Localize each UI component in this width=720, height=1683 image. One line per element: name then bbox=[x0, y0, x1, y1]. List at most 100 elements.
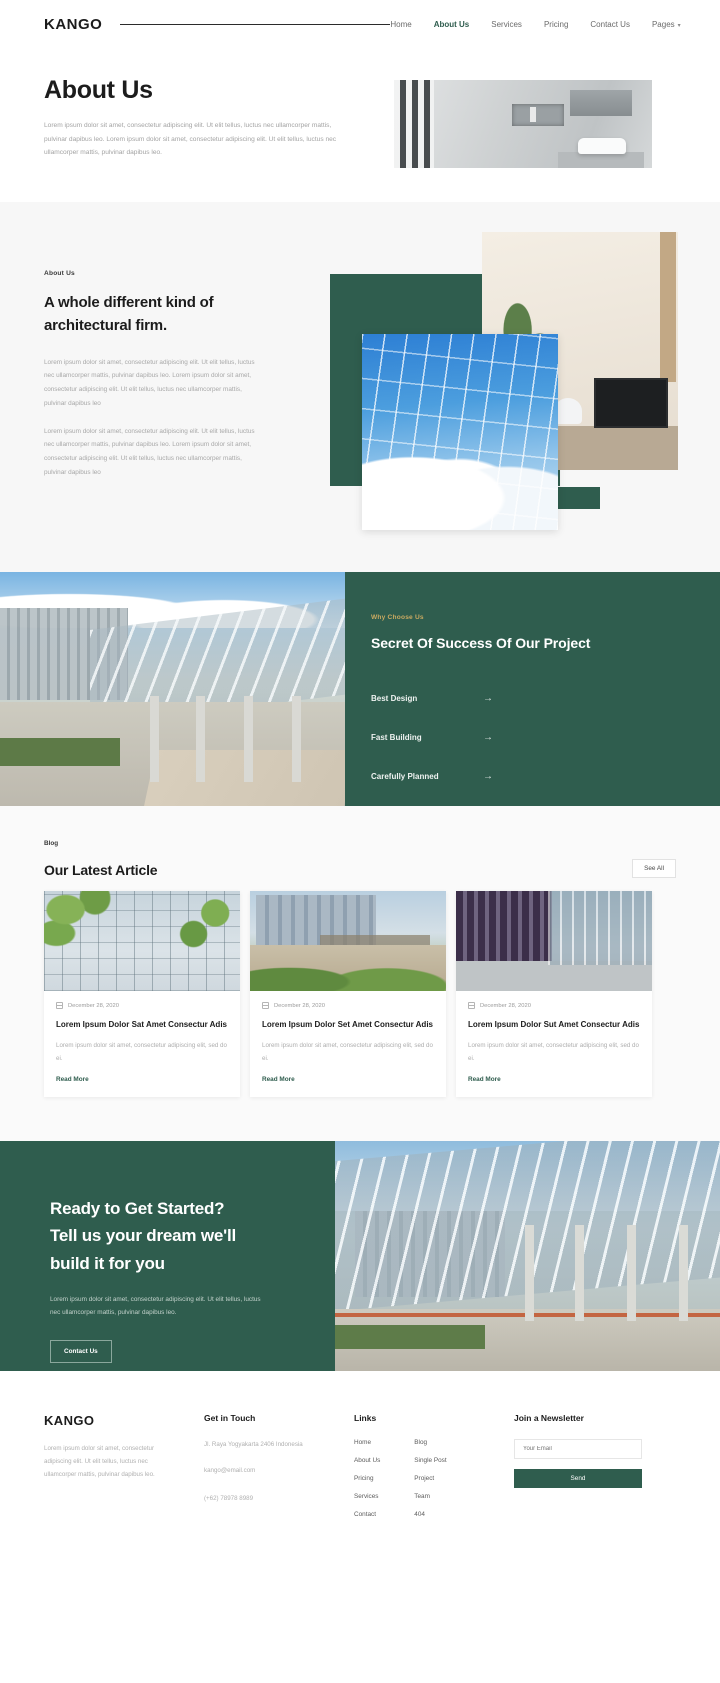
footer-link-404[interactable]: 404 bbox=[414, 1511, 446, 1518]
cta-image-column bbox=[525, 1225, 534, 1322]
nav-item-pricing[interactable]: Pricing bbox=[544, 20, 568, 29]
blog-card-midground bbox=[320, 935, 430, 965]
site-footer: KANGO Lorem ipsum dolor sit amet, consec… bbox=[0, 1371, 720, 1570]
site-header: KANGO Home About Us Services Pricing Con… bbox=[0, 0, 720, 48]
about-paragraph-2: Lorem ipsum dolor sit amet, consectetur … bbox=[44, 427, 255, 476]
footer-link-about-us[interactable]: About Us bbox=[354, 1457, 380, 1464]
about-image-collage bbox=[330, 232, 720, 532]
why-item-carefully-planned[interactable]: Carefully Planned → bbox=[371, 757, 720, 796]
blog-card-title[interactable]: Lorem Ipsum Dolor Sat Amet Consectur Adi… bbox=[56, 1019, 228, 1031]
blog-card[interactable]: December 28, 2020 Lorem Ipsum Dolor Sat … bbox=[44, 891, 240, 1098]
blog-card-description: Lorem ipsum dolor sit amet, consectetur … bbox=[262, 1042, 433, 1062]
cta-content-panel: Ready to Get Started? Tell us your dream… bbox=[0, 1141, 335, 1372]
arrow-right-icon: → bbox=[483, 732, 493, 743]
why-item-label: Carefully Planned bbox=[371, 772, 439, 781]
interior-wood-post bbox=[660, 232, 676, 382]
chevron-down-icon: ▾ bbox=[677, 22, 681, 29]
why-choose-us-section: Why Choose Us Secret Of Success Of Our P… bbox=[0, 572, 720, 806]
read-more-link[interactable]: Read More bbox=[56, 1076, 228, 1083]
footer-phone[interactable]: (+62) 78978 8989 bbox=[204, 1493, 354, 1505]
interior-monitor bbox=[594, 378, 668, 428]
read-more-link[interactable]: Read More bbox=[262, 1076, 434, 1083]
blog-card-foliage bbox=[172, 891, 240, 955]
about-paragraph-1: Lorem ipsum dolor sit amet, consectetur … bbox=[44, 358, 255, 407]
footer-link-single-post[interactable]: Single Post bbox=[414, 1457, 446, 1464]
blog-card-description: Lorem ipsum dolor sit amet, consectetur … bbox=[468, 1042, 639, 1062]
main-nav: Home About Us Services Pricing Contact U… bbox=[390, 20, 680, 29]
nav-item-pages[interactable]: Pages ▾ bbox=[652, 20, 681, 29]
why-eyebrow: Why Choose Us bbox=[371, 614, 424, 621]
footer-address: Jl. Raya Yogyakarta 2406 Indonesia bbox=[204, 1441, 303, 1449]
why-image-column bbox=[196, 696, 205, 782]
why-feature-list: Best Design → Fast Building → Carefully … bbox=[371, 679, 720, 796]
footer-link-team[interactable]: Team bbox=[414, 1493, 446, 1500]
blog-card-title[interactable]: Lorem Ipsum Dolor Set Amet Consectur Adi… bbox=[262, 1019, 434, 1031]
hero-text-block: About Us Lorem ipsum dolor sit amet, con… bbox=[44, 70, 364, 160]
footer-link-project[interactable]: Project bbox=[414, 1475, 446, 1482]
footer-logo[interactable]: KANGO bbox=[44, 1413, 204, 1428]
footer-link-home[interactable]: Home bbox=[354, 1439, 380, 1446]
why-image-column bbox=[244, 696, 253, 782]
interior-lamp bbox=[554, 398, 582, 424]
footer-links-group-secondary: Blog Single Post Project Team 404 bbox=[414, 1439, 446, 1529]
footer-about-text: Lorem ipsum dolor sit amet, consectetur … bbox=[44, 1445, 155, 1479]
blog-card-body: December 28, 2020 Lorem Ipsum Dolor Sat … bbox=[44, 991, 240, 1097]
glass-grid bbox=[362, 334, 558, 530]
why-item-best-design[interactable]: Best Design → bbox=[371, 679, 720, 718]
blog-card-date-row: December 28, 2020 bbox=[468, 1002, 640, 1009]
cta-section: Ready to Get Started? Tell us your dream… bbox=[0, 1141, 720, 1372]
newsletter-send-button[interactable]: Send bbox=[514, 1469, 642, 1489]
newsletter-email-input[interactable] bbox=[514, 1439, 642, 1460]
blog-card-description: Lorem ipsum dolor sit amet, consectetur … bbox=[56, 1042, 227, 1062]
nav-pages-label: Pages bbox=[651, 19, 675, 29]
footer-link-contact[interactable]: Contact bbox=[354, 1511, 380, 1518]
arrow-right-icon: → bbox=[483, 693, 493, 704]
hero-image-mirror bbox=[570, 90, 632, 116]
cta-image-column bbox=[679, 1225, 688, 1322]
see-all-button[interactable]: See All bbox=[632, 859, 676, 878]
about-text-block: About Us A whole different kind of archi… bbox=[44, 258, 294, 510]
blog-card-date: December 28, 2020 bbox=[68, 1002, 119, 1009]
about-section: About Us A whole different kind of archi… bbox=[0, 202, 720, 572]
why-atrium-image bbox=[0, 572, 345, 806]
nav-item-about-us[interactable]: About Us bbox=[434, 20, 470, 29]
blog-card[interactable]: December 28, 2020 Lorem Ipsum Dolor Sut … bbox=[456, 891, 652, 1098]
cta-image-column bbox=[627, 1225, 636, 1322]
site-logo[interactable]: KANGO bbox=[44, 16, 102, 33]
hero-image-basin bbox=[578, 138, 626, 154]
footer-brand-column: KANGO Lorem ipsum dolor sit amet, consec… bbox=[44, 1413, 204, 1529]
blog-header-row: Our Latest Article See All bbox=[44, 859, 676, 878]
blog-card-image bbox=[250, 891, 446, 991]
blog-card[interactable]: December 28, 2020 Lorem Ipsum Dolor Set … bbox=[250, 891, 446, 1098]
footer-link-blog[interactable]: Blog bbox=[414, 1439, 446, 1446]
nav-item-contact-us[interactable]: Contact Us bbox=[590, 20, 630, 29]
why-item-fast-building[interactable]: Fast Building → bbox=[371, 718, 720, 757]
nav-item-home[interactable]: Home bbox=[390, 20, 411, 29]
page-root: KANGO Home About Us Services Pricing Con… bbox=[0, 0, 720, 1570]
footer-links-group-primary: Home About Us Pricing Services Contact bbox=[354, 1439, 380, 1529]
contact-us-button[interactable]: Contact Us bbox=[50, 1339, 112, 1363]
footer-link-services[interactable]: Services bbox=[354, 1493, 380, 1500]
why-image-hedge bbox=[0, 738, 120, 766]
footer-links-column: Links Home About Us Pricing Services Con… bbox=[354, 1413, 514, 1529]
why-content-panel: Why Choose Us Secret Of Success Of Our P… bbox=[345, 572, 720, 806]
blog-card-image bbox=[456, 891, 652, 991]
cta-image-column bbox=[575, 1225, 584, 1322]
blog-card-date-row: December 28, 2020 bbox=[56, 1002, 228, 1009]
page-title: About Us bbox=[44, 76, 153, 104]
hero-image-counter bbox=[558, 152, 644, 168]
why-item-label: Best Design bbox=[371, 694, 418, 703]
footer-email[interactable]: kango@email.com bbox=[204, 1465, 354, 1477]
cta-heading: Ready to Get Started? Tell us your dream… bbox=[50, 1199, 236, 1273]
blog-card-date-row: December 28, 2020 bbox=[262, 1002, 434, 1009]
blog-card-title[interactable]: Lorem Ipsum Dolor Sut Amet Consectur Adi… bbox=[468, 1019, 640, 1031]
about-heading: A whole different kind of architectural … bbox=[44, 294, 214, 335]
calendar-icon bbox=[56, 1002, 63, 1009]
blog-section: Blog Our Latest Article See All December… bbox=[0, 806, 720, 1142]
about-glass-facade-image bbox=[362, 334, 558, 530]
about-eyebrow: About Us bbox=[44, 270, 75, 277]
hero-image-curtain bbox=[394, 80, 434, 168]
nav-item-services[interactable]: Services bbox=[491, 20, 522, 29]
read-more-link[interactable]: Read More bbox=[468, 1076, 640, 1083]
footer-link-pricing[interactable]: Pricing bbox=[354, 1475, 380, 1482]
